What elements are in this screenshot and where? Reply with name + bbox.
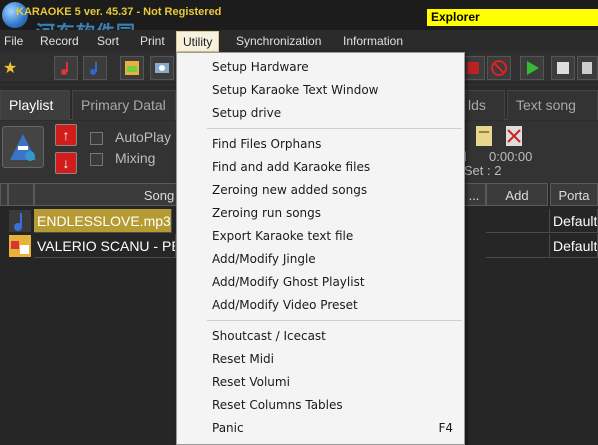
- porta-cell: Default: [550, 209, 598, 233]
- menu-synchronization[interactable]: Synchronization: [236, 34, 321, 48]
- add-cell: [486, 209, 550, 233]
- blue-note-icon[interactable]: [83, 56, 107, 80]
- music-note-icon: [9, 210, 31, 232]
- menu-separator: [207, 128, 462, 129]
- picture-icon[interactable]: [120, 56, 144, 80]
- document-icon[interactable]: [473, 125, 495, 147]
- move-down-icon[interactable]: ↓: [55, 152, 77, 174]
- column-header-marker[interactable]: [0, 183, 8, 206]
- tab-fields[interactable]: lds: [465, 90, 505, 120]
- panic-shortcut: F4: [438, 421, 453, 435]
- menu-item-panic[interactable]: Panic F4: [178, 417, 463, 440]
- menu-item-zeroing-new-added-songs[interactable]: Zeroing new added songs: [178, 179, 463, 202]
- menu-bar: File Record Sort Print Utility Synchroni…: [0, 30, 598, 52]
- menu-item-add-modify-video-preset[interactable]: Add/Modify Video Preset: [178, 294, 463, 317]
- menu-file[interactable]: File: [4, 34, 23, 48]
- autoplay-checkbox[interactable]: [90, 132, 103, 145]
- menu-item-zeroing-run-songs[interactable]: Zeroing run songs: [178, 202, 463, 225]
- song-cell: ENDLESSLOVE.mp3: [34, 209, 172, 233]
- menu-print[interactable]: Print: [140, 34, 165, 48]
- karaoke-logo-icon[interactable]: [2, 126, 44, 168]
- utility-menu: Setup Hardware Setup Karaoke Text Window…: [176, 52, 465, 445]
- picture-icon: [9, 235, 31, 257]
- menu-information[interactable]: Information: [343, 34, 403, 48]
- menu-record[interactable]: Record: [40, 34, 79, 48]
- menu-item-setup-hardware[interactable]: Setup Hardware: [178, 56, 463, 79]
- menu-item-reset-volumi[interactable]: Reset Volumi: [178, 371, 463, 394]
- menu-item-reset-columns-tables[interactable]: Reset Columns Tables: [178, 394, 463, 417]
- menu-item-setup-karaoke-text-window[interactable]: Setup Karaoke Text Window: [178, 79, 463, 102]
- menu-item-find-add-karaoke-files[interactable]: Find and add Karaoke files: [178, 156, 463, 179]
- panic-label: Panic: [212, 421, 244, 435]
- autoplay-label: AutoPlay: [115, 129, 172, 145]
- tab-playlist[interactable]: Playlist: [0, 90, 70, 120]
- menu-separator: [207, 320, 462, 321]
- tab-primary-data[interactable]: Primary Datal: [72, 90, 176, 120]
- menu-sort[interactable]: Sort: [97, 34, 119, 48]
- explorer-label[interactable]: Explorer: [427, 9, 598, 26]
- move-up-icon[interactable]: ↑: [55, 124, 77, 146]
- column-header-more[interactable]: ...: [462, 183, 486, 206]
- app-window: KARAOKE 5 ver. 45.37 - Not Registered 河东…: [0, 0, 598, 445]
- menu-item-setup-drive[interactable]: Setup drive: [178, 102, 463, 125]
- ghost-icon[interactable]: [487, 56, 511, 80]
- stop-icon[interactable]: [551, 56, 575, 80]
- mixing-label: Mixing: [115, 150, 156, 166]
- add-cell: [486, 234, 550, 258]
- total-duration: 0:00:00: [489, 149, 533, 164]
- column-header-icon[interactable]: [8, 183, 34, 206]
- title-bar: KARAOKE 5 ver. 45.37 - Not Registered 河东…: [0, 0, 598, 44]
- play-icon[interactable]: [520, 56, 544, 80]
- red-note-icon[interactable]: [54, 56, 78, 80]
- mixing-checkbox[interactable]: [90, 153, 103, 166]
- next-icon[interactable]: [577, 56, 598, 80]
- tab-text-song[interactable]: Text song: [507, 90, 598, 120]
- column-header-porta[interactable]: Porta: [550, 183, 598, 206]
- song-cell: VALERIO SCANU - PE: [34, 234, 176, 258]
- porta-cell: Default: [550, 234, 598, 258]
- menu-item-add-modify-ghost-playlist[interactable]: Add/Modify Ghost Playlist: [178, 271, 463, 294]
- menu-item-add-modify-jingle[interactable]: Add/Modify Jingle: [178, 248, 463, 271]
- window-title: KARAOKE 5 ver. 45.37 - Not Registered: [16, 6, 222, 18]
- menu-utility[interactable]: Utility: [176, 31, 220, 52]
- menu-item-export-karaoke-text-file[interactable]: Export Karaoke text file: [178, 225, 463, 248]
- menu-item-reset-midi[interactable]: Reset Midi: [178, 348, 463, 371]
- video-icon[interactable]: [150, 56, 174, 80]
- menu-item-find-files-orphans[interactable]: Find Files Orphans: [178, 133, 463, 156]
- remove-document-icon[interactable]: [503, 125, 525, 147]
- menu-item-shoutcast-icecast[interactable]: Shoutcast / Icecast: [178, 325, 463, 348]
- column-header-add[interactable]: Add: [486, 183, 548, 206]
- favorite-star-icon[interactable]: ★: [3, 58, 17, 78]
